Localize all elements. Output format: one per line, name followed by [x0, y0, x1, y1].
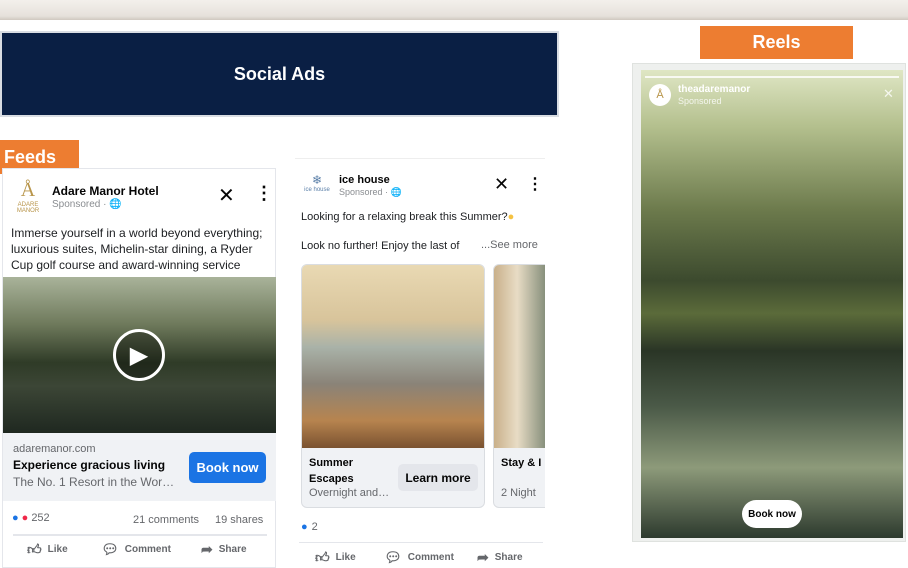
close-icon[interactable]: ✕ — [494, 174, 509, 195]
book-now-button[interactable]: Book now — [189, 452, 266, 483]
love-reaction-icon: ● — [21, 512, 29, 524]
card-desc: Overnight and… — [309, 487, 390, 499]
reel-video[interactable]: Å theadaremanor Sponsored ✕ Book now — [641, 70, 903, 538]
card-title: Stay & I — [501, 457, 542, 469]
ad-domain: adaremanor.com — [13, 443, 96, 455]
learn-more-button[interactable]: Learn more — [398, 464, 478, 491]
close-icon[interactable]: ✕ — [883, 86, 894, 102]
book-now-button[interactable]: Book now — [742, 500, 802, 528]
comment-count[interactable]: 21 comments — [133, 514, 199, 526]
icehouse-feed-ad: ❄ ice house ice house Sponsored · 🌐 ✕ ⋮ L… — [295, 158, 545, 568]
carousel-image-bath — [302, 265, 484, 448]
like-button[interactable]: 👍︎ Like — [27, 541, 68, 558]
reel-progress-bar — [645, 76, 899, 78]
see-more-link[interactable]: ...See more — [481, 239, 538, 251]
more-options-icon[interactable]: ⋮ — [527, 174, 543, 194]
comment-icon: 💬︎ — [101, 541, 119, 557]
like-button[interactable]: 👍︎ Like — [315, 549, 356, 566]
carousel-card[interactable]: Summer Escapes Overnight and… Learn more — [301, 264, 485, 508]
thumbs-up-icon: 👍︎ — [315, 549, 330, 565]
reaction-count[interactable]: 252 — [31, 512, 49, 524]
account-avatar[interactable]: Å — [649, 84, 671, 106]
more-options-icon[interactable]: ⋮ — [255, 183, 273, 204]
card-title: Summer Escapes — [309, 457, 354, 485]
ad-body-line1: Looking for a relaxing break this Summer… — [301, 211, 508, 223]
sponsored-label: Sponsored — [678, 96, 722, 106]
carousel-card[interactable]: Stay & I 2 Night — [493, 264, 545, 508]
social-ads-banner: Social Ads — [0, 31, 559, 117]
comment-button[interactable]: 💬︎ Comment — [384, 549, 454, 566]
share-button[interactable]: ➦ Share — [201, 541, 247, 558]
top-strip — [0, 0, 908, 20]
ad-video[interactable]: ▶ — [3, 277, 276, 433]
reaction-count[interactable]: 2 — [312, 521, 318, 533]
account-name[interactable]: theadaremanor — [678, 84, 750, 95]
like-reaction-icon: ● — [12, 512, 19, 524]
globe-icon: 🌐 — [390, 187, 402, 197]
globe-icon: 🌐 — [109, 199, 122, 210]
ad-headline: Experience gracious living — [13, 458, 166, 472]
share-count[interactable]: 19 shares — [215, 514, 263, 526]
advertiser-name[interactable]: ice house — [339, 174, 390, 186]
reel-frame: Å theadaremanor Sponsored ✕ Book now — [632, 63, 906, 542]
ad-body-line2: Look no further! Enjoy the last of — [301, 240, 460, 252]
comment-icon: 💬︎ — [384, 549, 402, 565]
thumbs-up-icon: 👍︎ — [27, 541, 42, 557]
ad-body: Immerse yourself in a world beyond every… — [11, 226, 263, 272]
advertiser-name[interactable]: Adare Manor Hotel — [52, 184, 159, 198]
adare-logo: Å ADARE MANOR — [16, 179, 40, 214]
share-button[interactable]: ➦ Share — [477, 549, 523, 566]
carousel-image-room — [494, 265, 545, 448]
share-icon: ➦ — [201, 541, 213, 557]
adare-feed-ad: Å ADARE MANOR Adare Manor Hotel Sponsored… — [2, 168, 276, 568]
share-icon: ➦ — [477, 549, 489, 565]
ad-description: The No. 1 Resort in the Wor… — [13, 475, 175, 489]
sponsored-label: Sponsored · — [339, 187, 391, 197]
reels-label: Reels — [700, 26, 853, 59]
comment-button[interactable]: 💬︎ Comment — [101, 541, 171, 558]
icehouse-logo: ❄ ice house — [304, 173, 330, 193]
card-desc: 2 Night — [501, 487, 536, 499]
sponsored-label: Sponsored · — [52, 199, 110, 210]
sun-emoji: ● — [507, 211, 515, 223]
close-icon[interactable]: ✕ — [218, 183, 235, 208]
like-reaction-icon: ● — [301, 521, 308, 533]
play-icon[interactable]: ▶ — [113, 329, 165, 381]
